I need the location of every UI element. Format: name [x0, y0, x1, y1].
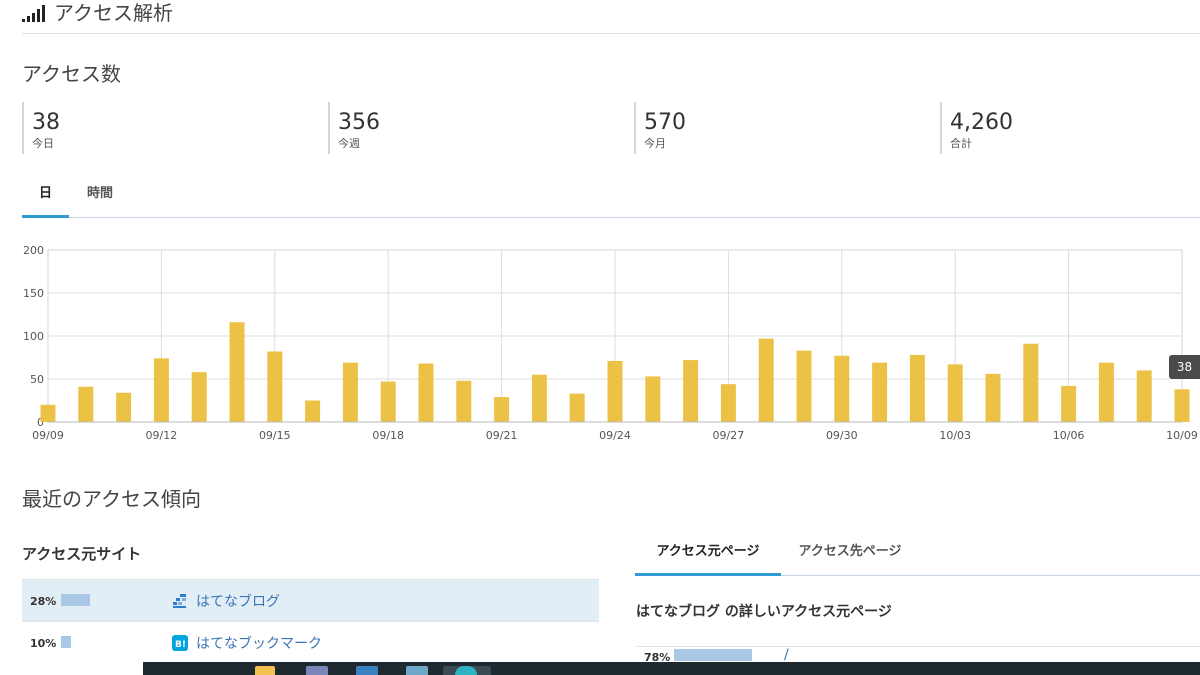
referrer-percent: 28%	[30, 595, 57, 608]
access-count-title: アクセス数	[22, 62, 121, 86]
period-tabs: 日 時間	[22, 178, 1200, 218]
chart-bar	[494, 397, 510, 422]
stats-row: 38 今日 356 今週 570 今月 4,260 合計	[22, 102, 1200, 154]
x-tick-label: 10/09	[1166, 429, 1198, 442]
referrer-share-bar	[61, 636, 71, 648]
chart-bar	[1023, 343, 1039, 422]
chart-bar	[531, 374, 547, 422]
chart-bar	[191, 372, 207, 422]
app-icon[interactable]	[406, 666, 428, 675]
x-tick-label: 09/18	[372, 429, 404, 442]
x-tick-label: 09/12	[146, 429, 178, 442]
x-tick-label: 10/03	[939, 429, 971, 442]
tab-destination-pages[interactable]: アクセス先ページ	[785, 532, 915, 576]
x-tick-label: 09/27	[713, 429, 745, 442]
chart-bar	[153, 358, 169, 422]
page-header: アクセス解析	[22, 0, 1200, 34]
stat-value: 38	[32, 110, 60, 135]
chart-bar	[456, 380, 472, 422]
x-tick-label: 09/21	[486, 429, 518, 442]
hatena-blog-icon	[173, 594, 186, 608]
app-icon[interactable]	[356, 666, 378, 675]
chart-bar	[1136, 370, 1152, 422]
folder-icon[interactable]	[255, 666, 275, 675]
stat-value: 4,260	[950, 110, 1013, 135]
y-tick-label: 150	[23, 287, 44, 300]
tab-day[interactable]: 日	[22, 178, 69, 218]
chart-bar	[418, 363, 434, 422]
y-tick-label: 200	[23, 244, 44, 257]
detail-share-bar	[674, 649, 752, 661]
page-tabs: アクセス元ページ アクセス先ページ	[635, 532, 1200, 576]
tab-referrer-pages[interactable]: アクセス元ページ	[635, 532, 781, 576]
stat-value: 570	[644, 110, 686, 135]
detail-link[interactable]: /	[784, 647, 789, 663]
chart-bar	[229, 322, 245, 422]
access-bar-chart: 05010015020009/09 09/12 09/15 09/18 09/21 09/…	[23, 244, 1198, 442]
referrer-row[interactable]: 28% はてなブログ	[22, 579, 599, 621]
os-taskbar	[143, 662, 1200, 675]
referrer-name[interactable]: はてなブックマーク	[196, 633, 322, 653]
stat-week: 356 今週	[328, 102, 380, 154]
chart-bar	[40, 404, 56, 422]
chart-bar	[607, 360, 623, 422]
access-chart: 0 50 100 150 200 09/09 09/12 09/15 09/18 09/21 09/…	[0, 236, 1200, 446]
stat-month: 570 今月	[634, 102, 686, 154]
chart-bar	[267, 351, 283, 422]
stat-today: 38 今日	[22, 102, 60, 154]
chart-bar	[758, 338, 774, 422]
x-tick-label: 09/09	[32, 429, 64, 442]
app-icon[interactable]	[306, 666, 328, 675]
detail-title: はてなブログ の詳しいアクセス元ページ	[636, 604, 892, 620]
referrer-share-bar	[61, 594, 90, 606]
stat-total: 4,260 合計	[940, 102, 1013, 154]
y-tick-label: 50	[30, 373, 44, 386]
chart-bar	[909, 354, 925, 422]
stat-value: 356	[338, 110, 380, 135]
trends-title: 最近のアクセス傾向	[22, 487, 201, 511]
referrer-name[interactable]: はてなブログ	[196, 591, 280, 611]
referrer-percent: 10%	[30, 637, 57, 650]
signal-bars-icon	[22, 4, 50, 22]
svg-text:B!: B!	[175, 640, 186, 650]
stat-label: 今月	[644, 137, 666, 150]
stat-label: 今週	[338, 137, 360, 150]
chart-bar	[305, 400, 321, 422]
referrer-sites-title: アクセス元サイト	[22, 545, 142, 563]
chart-bar	[116, 392, 132, 422]
x-tick-label: 09/24	[599, 429, 631, 442]
stat-label: 今日	[32, 137, 54, 150]
referrer-row[interactable]: 10% B! はてなブックマーク	[22, 621, 599, 663]
chart-bar	[569, 393, 585, 422]
chart-tooltip: 38	[1169, 355, 1200, 379]
chart-bar	[834, 355, 850, 422]
chart-bar	[947, 364, 963, 422]
chart-bar	[1061, 385, 1077, 422]
stat-label: 合計	[950, 137, 972, 150]
tab-hour[interactable]: 時間	[78, 178, 122, 218]
chart-bar	[985, 373, 1001, 422]
chart-bar	[1098, 362, 1114, 422]
x-tick-label: 10/06	[1053, 429, 1085, 442]
browser-icon[interactable]	[455, 666, 477, 675]
chart-bar	[645, 376, 661, 422]
page-title: アクセス解析	[54, 1, 173, 25]
chart-bar	[380, 381, 396, 422]
y-tick-label: 100	[23, 330, 44, 343]
chart-bar	[683, 360, 699, 422]
chart-bar	[872, 362, 888, 422]
x-tick-label: 09/30	[826, 429, 858, 442]
chart-bar	[342, 362, 358, 422]
chart-bar	[78, 386, 94, 422]
hatena-bookmark-icon: B!	[172, 635, 188, 651]
chart-bar	[796, 350, 812, 422]
x-tick-label: 09/15	[259, 429, 291, 442]
chart-bar	[720, 384, 736, 422]
chart-bar	[1174, 389, 1190, 422]
